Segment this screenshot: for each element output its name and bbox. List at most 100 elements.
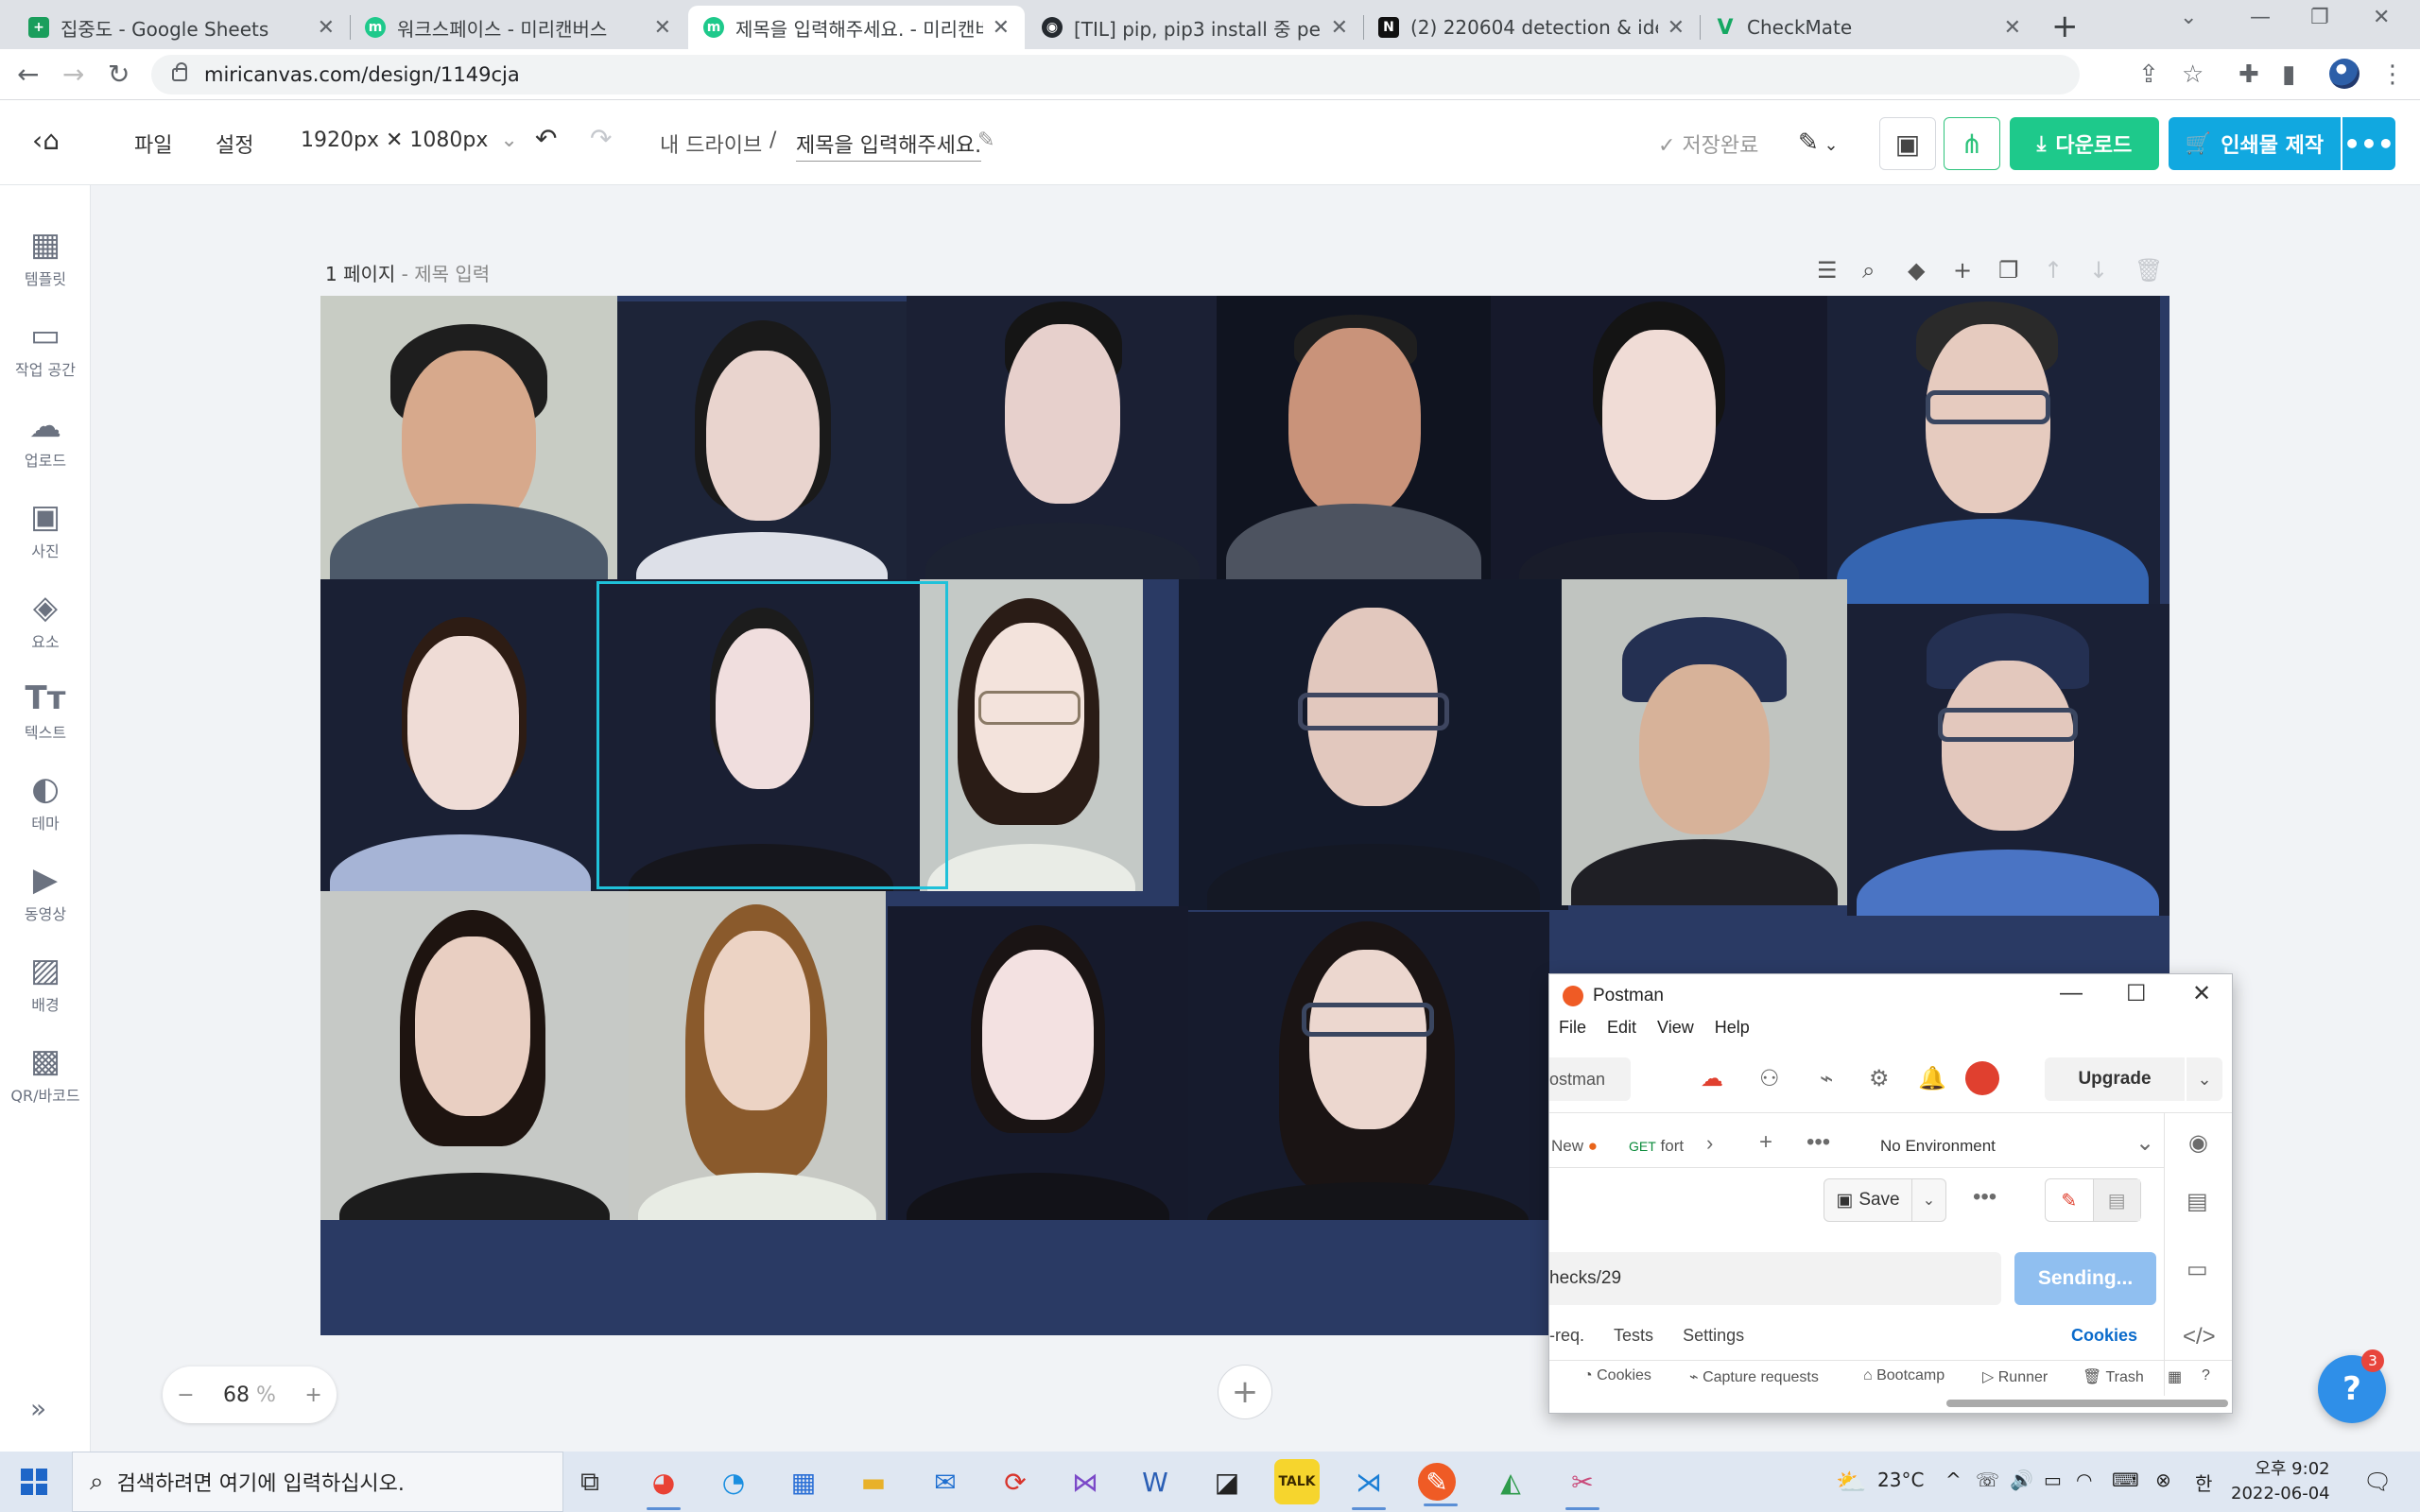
close-icon[interactable]: ✕ <box>993 16 1010 40</box>
url-bar[interactable]: miricanvas.com/design/1149cja <box>151 55 2080 94</box>
window-close-icon[interactable]: ✕ <box>2192 980 2211 1007</box>
bookmark-star-icon[interactable]: ☆ <box>2182 60 2204 89</box>
vscode-icon[interactable]: ⋊ <box>1346 1459 1392 1510</box>
menu-view[interactable]: View <box>1657 1018 1694 1038</box>
add-page-icon[interactable]: + <box>1953 257 1972 284</box>
edit-title-icon[interactable]: ✎ <box>977 129 994 152</box>
code-snippet-icon[interactable]: </> <box>2183 1324 2216 1350</box>
menu-file[interactable]: 파일 <box>134 129 172 159</box>
edge-icon[interactable]: ◔ <box>711 1459 756 1504</box>
word-icon[interactable]: W <box>1132 1459 1178 1504</box>
ime-indicator[interactable]: 한 <box>2195 1469 2212 1496</box>
visual-studio-icon[interactable]: ⋈ <box>1063 1459 1108 1504</box>
design-title-input[interactable]: 제목을 입력해주세요. <box>796 129 982 162</box>
snipping-tool-icon[interactable]: ✂ <box>1560 1459 1605 1510</box>
windows-start-icon[interactable] <box>21 1469 47 1495</box>
close-icon[interactable]: ✕ <box>1668 16 1685 40</box>
tab-settings[interactable]: Settings <box>1683 1326 1744 1345</box>
save-button[interactable]: ▣ Save <box>1824 1178 1912 1222</box>
home-icon[interactable]: ‹⌂ <box>32 125 60 156</box>
keyboard-icon[interactable]: ⌨ <box>2112 1469 2139 1491</box>
status-trash[interactable]: 🗑 Trash <box>2083 1367 2144 1386</box>
sidebar-item-upload[interactable]: ☁ 업로드 <box>0 408 91 471</box>
portrait-photo[interactable] <box>320 891 629 1220</box>
selection-box[interactable] <box>596 581 948 889</box>
portrait-photo[interactable] <box>1847 604 2169 916</box>
canvas-size-select[interactable]: 1920px ✕ 1080px ⌄ <box>301 129 518 152</box>
close-icon[interactable]: ✕ <box>2004 16 2021 40</box>
horizontal-scrollbar[interactable] <box>1946 1400 2228 1407</box>
menu-settings[interactable]: 설정 <box>216 129 253 159</box>
network-icon[interactable]: ☏ <box>1976 1469 1999 1491</box>
sidebar-item-workspace[interactable]: ▭ 작업 공간 <box>0 318 91 380</box>
send-button[interactable]: Sending... <box>2014 1252 2156 1305</box>
request-tab-new[interactable]: New ● <box>1551 1137 1598 1156</box>
add-page-button[interactable]: + <box>1218 1365 1272 1419</box>
sync-app-icon[interactable]: ⟳ <box>993 1459 1038 1504</box>
sticky-notes-icon[interactable]: ◪ <box>1204 1459 1250 1504</box>
portrait-photo[interactable] <box>629 891 886 1220</box>
status-capture[interactable]: ⌁ Capture requests <box>1689 1367 1819 1386</box>
pen-tool-icon[interactable]: ✎ ⌄ <box>1798 129 1839 157</box>
postman-taskbar-icon[interactable]: ✎ <box>1418 1463 1458 1506</box>
zoom-in-button[interactable]: + <box>304 1383 321 1407</box>
chrome-icon[interactable]: ◕ <box>641 1459 686 1510</box>
upgrade-button[interactable]: Upgrade <box>2045 1057 2185 1101</box>
weather-temp[interactable]: 23°C <box>1877 1469 1924 1491</box>
request-tab-get[interactable]: GET fort <box>1629 1137 1684 1156</box>
save-dropdown[interactable]: ⌄ <box>1912 1178 1946 1222</box>
restore-icon[interactable]: ❐ <box>2310 6 2329 29</box>
workspace-selector[interactable]: ostman <box>1549 1057 1631 1101</box>
tab-search-icon[interactable]: ⌄ <box>2180 6 2197 29</box>
close-icon[interactable]: ✕ <box>318 16 335 40</box>
notification-center-icon[interactable]: 🗨 <box>2363 1469 2392 1495</box>
invite-user-icon[interactable]: ⚇ <box>1759 1065 1780 1092</box>
tab-github-til[interactable]: ◉ [TIL] pip, pip3 install 중 permiss ✕ <box>1027 6 1364 49</box>
portrait-photo[interactable] <box>1217 296 1491 579</box>
file-explorer-icon[interactable]: ▬ <box>851 1459 896 1504</box>
tab-google-sheets[interactable]: + 집중도 - Google Sheets ✕ <box>13 6 351 49</box>
profile-avatar[interactable] <box>2329 59 2360 89</box>
new-tab-plus-icon[interactable]: + <box>1759 1129 1772 1156</box>
share-button[interactable]: ⋔ <box>1944 117 2000 170</box>
redo-icon[interactable]: ↷ <box>590 123 612 154</box>
status-runner[interactable]: ▷ Runner <box>1982 1367 2048 1386</box>
breadcrumb-my-drive[interactable]: 내 드라이브 <box>660 129 762 159</box>
task-view-icon[interactable]: ⧉ <box>567 1459 613 1504</box>
page-title-input[interactable]: 제목 입력 <box>414 263 490 285</box>
tab-tests[interactable]: Tests <box>1614 1326 1653 1345</box>
page-animate-icon[interactable]: ⌕ <box>1862 257 1875 284</box>
notifications-bell-icon[interactable]: 🔔 <box>1918 1065 1946 1092</box>
delete-page-icon[interactable]: 🗑 <box>2135 257 2163 284</box>
download-button[interactable]: ⤓ 다운로드 <box>2010 117 2159 170</box>
save-file-button[interactable]: ▣ <box>1879 117 1936 170</box>
tab-miricanvas-design[interactable]: m 제목을 입력해주세요. - 미리캔버 ✕ <box>688 6 1025 49</box>
sidebar-item-photo[interactable]: ▣ 사진 <box>0 499 91 561</box>
more-actions-icon[interactable]: ••• <box>1973 1184 1996 1211</box>
tab-notion[interactable]: N (2) 220604 detection & identific ✕ <box>1363 6 1701 49</box>
sidebar-item-background[interactable]: ▨ 배경 <box>0 953 91 1015</box>
cookies-link[interactable]: Cookies <box>2071 1326 2137 1346</box>
move-page-down-icon[interactable]: ↓ <box>2089 257 2108 284</box>
mute-icon[interactable]: ⊗ <box>2155 1469 2171 1491</box>
print-order-button[interactable]: 🛒 인쇄물 제작 <box>2169 117 2341 170</box>
tab-prerequest[interactable]: -req. <box>1549 1326 1584 1345</box>
extensions-icon[interactable]: ✚ <box>2238 60 2259 89</box>
environment-select[interactable]: No Environment <box>1880 1137 1996 1156</box>
sourcetree-icon[interactable]: ◭ <box>1488 1459 1533 1504</box>
layout-icon[interactable]: ▦ <box>2168 1367 2182 1386</box>
upgrade-dropdown[interactable]: ⌄ <box>2187 1057 2222 1101</box>
more-options-button[interactable]: ••• <box>2342 117 2395 170</box>
chevron-right-icon[interactable]: › <box>1706 1131 1713 1156</box>
sidebar-item-video[interactable]: ▶ 동영상 <box>0 862 91 924</box>
kakaotalk-icon[interactable]: TALK <box>1274 1459 1320 1504</box>
forward-icon[interactable]: → <box>62 59 84 90</box>
page-fill-icon[interactable]: ◆ <box>1908 257 1925 284</box>
tab-checkmate[interactable]: V CheckMate ✕ <box>1700 6 2036 49</box>
undo-icon[interactable]: ↶ <box>535 123 557 154</box>
page-memo-icon[interactable]: ☰ <box>1817 257 1838 284</box>
settings-gear-icon[interactable]: ⚙ <box>1869 1065 1890 1092</box>
maximize-icon[interactable]: ☐ <box>2126 980 2147 1007</box>
sidebar-item-template[interactable]: ▦ 템플릿 <box>0 227 91 289</box>
back-icon[interactable]: ← <box>17 59 39 90</box>
